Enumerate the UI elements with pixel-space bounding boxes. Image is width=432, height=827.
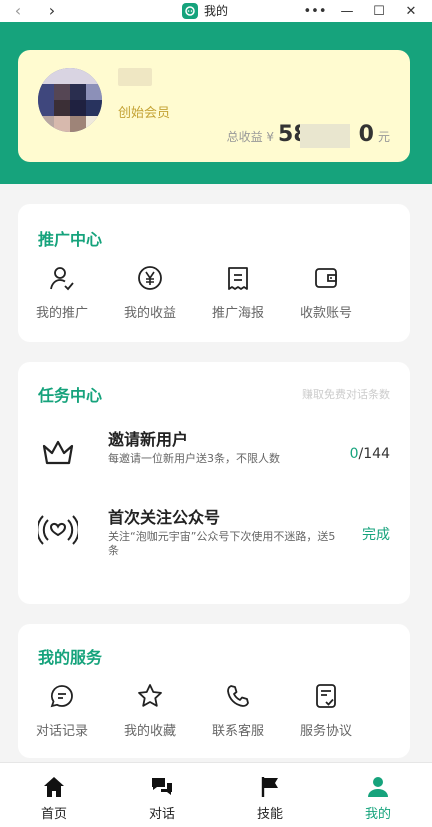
nav-chat[interactable]: 对话 [108,763,216,827]
avatar[interactable] [38,68,102,132]
minimize-icon[interactable]: — [338,2,356,20]
bottom-nav: 首页 对话 技能 我的 [0,762,432,827]
window-nav: ‹ › [10,2,60,20]
promo-center-card: 推广中心 我的推广 我的收益 推广海报 收款账号 [18,204,410,342]
service-item-customer-service[interactable]: 联系客服 [194,682,282,739]
promo-item-my-income[interactable]: 我的收益 [106,264,194,321]
nav-mine[interactable]: 我的 [324,763,432,827]
task-center-card: 任务中心 赚取免费对话条数 邀请新用户 每邀请一位新用户送3条，不限人数 0/1… [18,362,410,604]
services-title: 我的服务 [38,648,103,667]
wallet-icon [315,268,337,288]
task-center-hint: 赚取免费对话条数 [302,388,390,401]
income-label: 总收益 ¥ [226,130,275,144]
income-unit: 元 [377,130,390,144]
nav-skills[interactable]: 技能 [216,763,324,827]
profile-card[interactable]: 创始会员 总收益 ¥ 58 0 元 [18,50,410,162]
window-controls: ••• — ☐ ✕ [304,2,420,20]
task-name: 首次关注公众号 [108,508,221,527]
window-title-group: 我的 [182,2,228,19]
income-value: 58 0 [278,122,374,148]
service-item-chat-history[interactable]: 对话记录 [18,682,106,739]
services-grid: 对话记录 我的收藏 联系客服 服务协议 [18,682,410,739]
task-follow-account[interactable]: 首次关注公众号 关注“泡咖元宇宙”公众号下次使用不迷路，送5条 完成 [18,500,410,560]
app-logo-icon [182,2,198,19]
chat-history-icon [50,685,73,708]
promo-item-payee-account[interactable]: 收款账号 [282,264,370,321]
member-badge: 创始会员 [118,106,171,121]
task-center-title: 任务中心 [38,386,103,405]
window-title: 我的 [204,4,229,18]
forward-icon[interactable]: › [44,2,60,20]
task-invite-users[interactable]: 邀请新用户 每邀请一位新用户送3条，不限人数 0/144 [18,422,410,482]
poster-icon [228,267,248,290]
task-desc: 每邀请一位新用户送3条，不限人数 [108,452,280,465]
window-titlebar: ‹ › 我的 ••• — ☐ ✕ [0,0,432,22]
total-income: 总收益 ¥ 58 0 元 [226,122,390,148]
crown-icon [42,440,74,465]
broadcast-heart-icon [38,515,78,545]
task-progress: 0/144 [349,446,390,462]
nav-home[interactable]: 首页 [0,763,108,827]
more-icon[interactable]: ••• [304,2,327,20]
document-check-icon [316,684,336,708]
yen-icon [138,266,162,290]
service-item-favorites[interactable]: 我的收藏 [106,682,194,739]
service-item-agreement[interactable]: 服务协议 [282,682,370,739]
promo-center-title: 推广中心 [38,230,103,249]
promo-grid: 我的推广 我的收益 推广海报 收款账号 [18,264,410,321]
star-icon [138,684,162,707]
close-icon[interactable]: ✕ [402,2,420,20]
maximize-icon[interactable]: ☐ [370,2,388,20]
profile-icon [368,777,388,797]
username-masked [118,68,152,86]
back-icon[interactable]: ‹ [10,2,26,20]
phone-icon [227,685,249,707]
flag-icon [261,777,278,797]
chat-icon [152,778,172,795]
task-name: 邀请新用户 [108,430,189,449]
task-status[interactable]: 完成 [362,524,390,544]
home-icon [44,777,64,797]
task-desc: 关注“泡咖元宇宙”公众号下次使用不迷路，送5条 [108,530,336,557]
promo-item-my-promotion[interactable]: 我的推广 [18,264,106,321]
user-check-icon [50,267,74,291]
promo-item-poster[interactable]: 推广海报 [194,264,282,321]
income-mask [300,124,351,148]
services-card: 我的服务 对话记录 我的收藏 联系客服 服务协议 [18,624,410,758]
